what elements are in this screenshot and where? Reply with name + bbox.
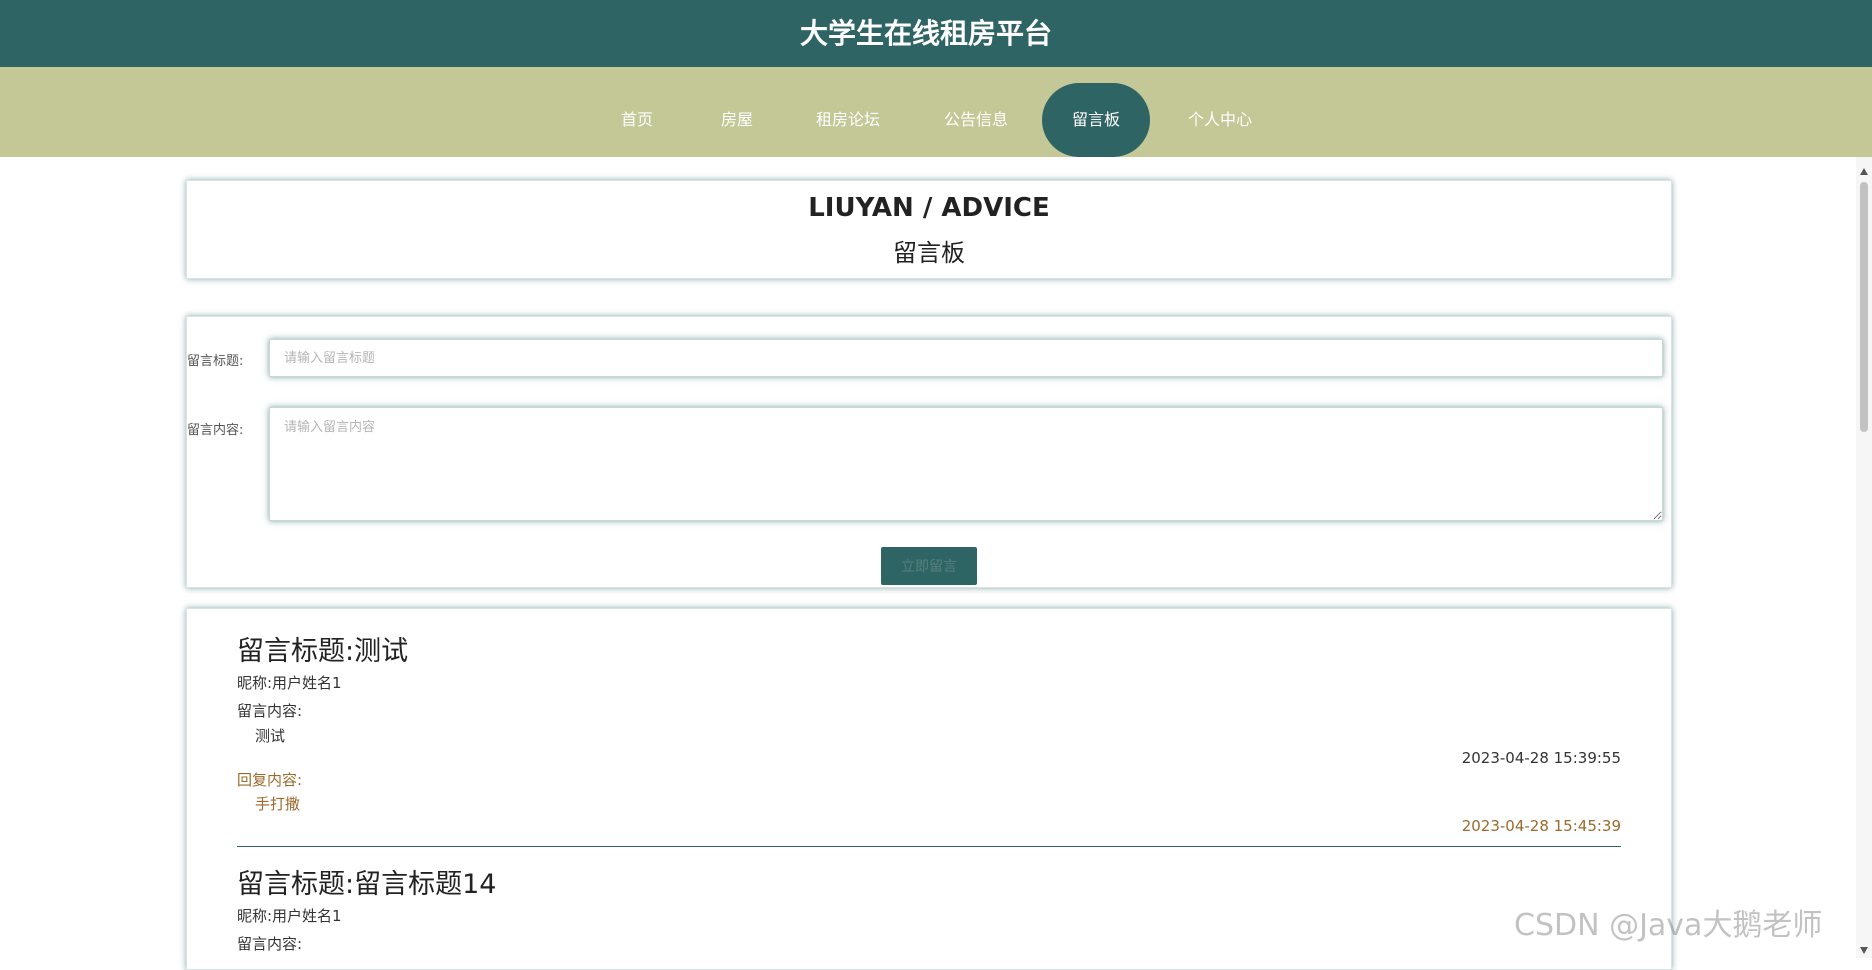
site-title: 大学生在线租房平台 [799,17,1052,50]
message-nickname: 昵称:用户姓名1 [237,674,342,692]
scroll-up-arrow-icon[interactable] [1860,168,1868,175]
page-heading-cn: 留言板 [893,239,965,267]
message-list: 留言标题:测试 昵称:用户姓名1 留言内容: 测试 2023-04-28 15:… [186,608,1672,970]
content-label: 留言内容: [187,423,244,438]
message-content-label: 留言内容: [237,702,303,720]
page-heading-card: LIUYAN / ADVICE 留言板 [186,180,1672,279]
message-divider [237,846,1621,847]
nav-item-forum[interactable]: 租房论坛 [806,83,890,157]
message-title: 留言标题:测试 [237,636,409,667]
page-scrollbar[interactable] [1856,157,1872,958]
content-textarea[interactable] [269,407,1663,521]
message-time: 2023-04-28 15:39:55 [1461,749,1621,767]
nav-item-announcements[interactable]: 公告信息 [934,83,1018,157]
message-nickname: 昵称:用户姓名1 [237,907,342,925]
nav-item-home[interactable]: 首页 [604,83,670,157]
reply-label: 回复内容: [237,771,303,789]
message-content-label: 留言内容: [237,935,303,953]
nav-item-houses[interactable]: 房屋 [704,83,770,157]
message-form: 留言标题: 留言内容: 立即留言 [186,316,1672,588]
title-label: 留言标题: [187,354,244,369]
submit-message-button[interactable]: 立即留言 [881,547,977,585]
page-heading-en: LIUYAN / ADVICE [808,193,1050,223]
message-title: 留言标题:留言标题14 [237,869,497,900]
message-content: 测试 [255,727,286,745]
reply-time: 2023-04-28 15:45:39 [1461,817,1621,835]
watermark: CSDN @Java大鹅老师 [1514,908,1823,943]
reply-content: 手打撒 [255,795,301,813]
scroll-down-arrow-icon[interactable] [1860,947,1868,954]
nav-item-personal-center[interactable]: 个人中心 [1180,83,1260,157]
top-header: 大学生在线租房平台 [0,0,1872,67]
nav-item-message-board[interactable]: 留言板 [1042,83,1150,157]
scrollbar-thumb[interactable] [1860,182,1868,432]
title-input[interactable] [269,339,1663,377]
main-nav: 首页 房屋 租房论坛 公告信息 留言板 个人中心 [0,67,1872,157]
